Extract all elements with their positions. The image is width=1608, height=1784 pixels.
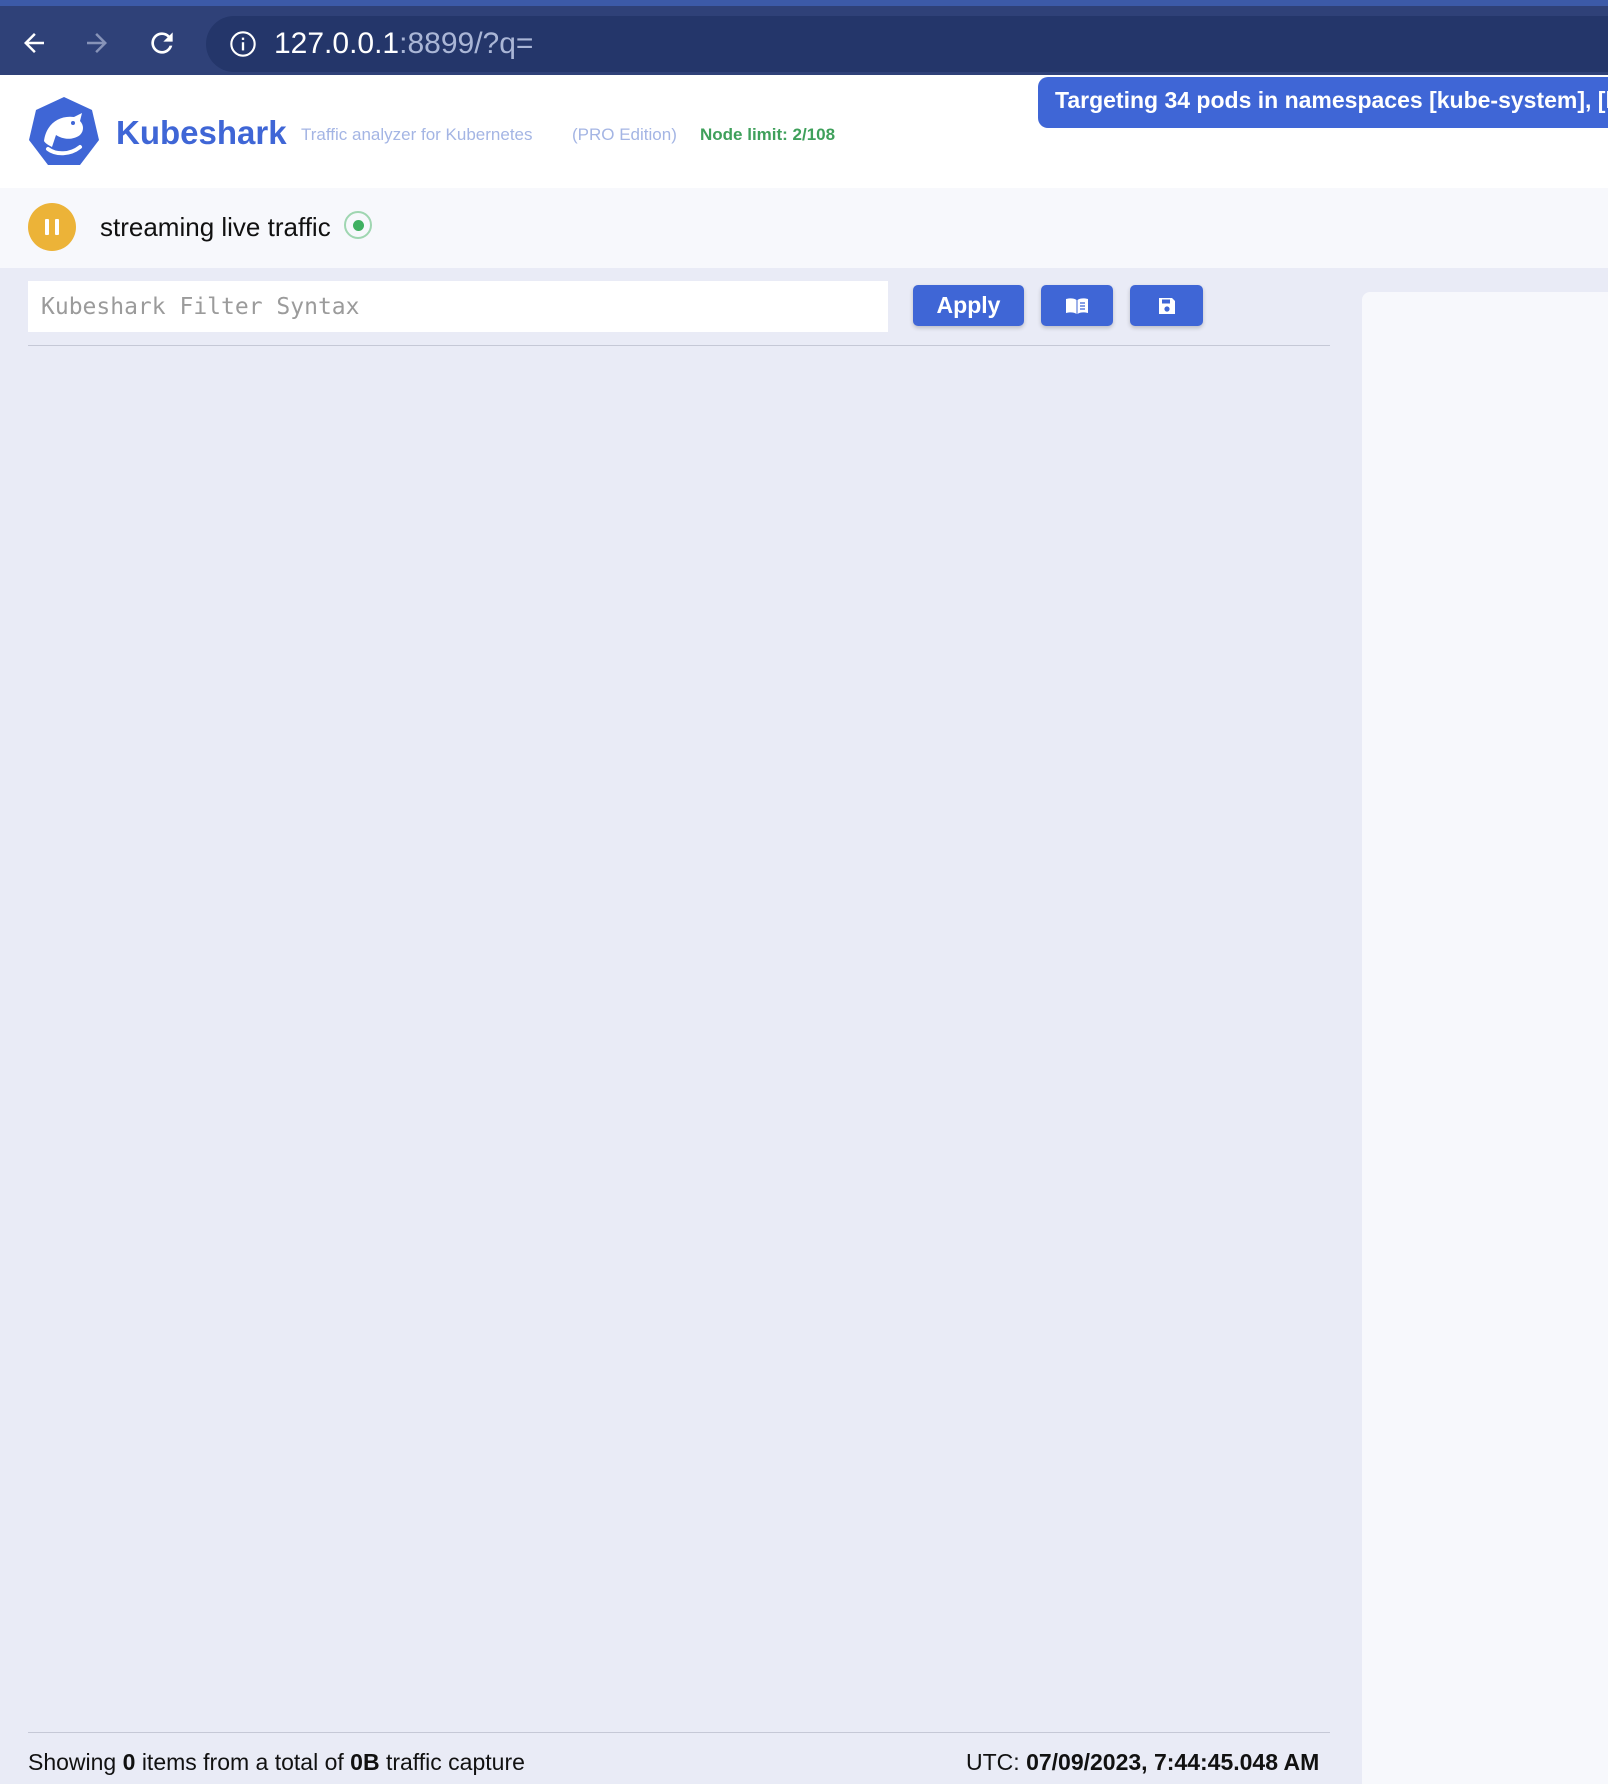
summary-suffix: traffic capture <box>385 1749 525 1775</box>
floppy-disk-icon <box>1158 297 1175 314</box>
url-host: 127.0.0.1 <box>274 27 400 60</box>
summary-prefix: Showing <box>28 1749 117 1775</box>
traffic-summary: Showing 0 items from a total of 0B traff… <box>28 1749 525 1776</box>
app-header: Kubeshark Traffic analyzer for Kubernete… <box>0 75 1608 188</box>
info-icon[interactable] <box>228 29 258 59</box>
back-button[interactable] <box>15 24 53 62</box>
traffic-entries-list[interactable] <box>28 346 1330 1732</box>
filter-input[interactable] <box>28 281 888 332</box>
entry-details-panel <box>1362 292 1608 1784</box>
streaming-status-text: streaming live traffic <box>100 212 331 242</box>
arrow-right-icon <box>87 33 107 53</box>
save-button[interactable] <box>1130 285 1203 326</box>
targeting-banner[interactable]: Targeting 34 pods in namespaces [kube-sy… <box>1038 77 1608 128</box>
arrow-left-icon <box>24 33 44 53</box>
live-indicator-icon <box>344 211 372 239</box>
kubeshark-logo-icon <box>29 97 99 165</box>
item-count: 0 <box>122 1749 136 1775</box>
reload-button[interactable] <box>143 24 181 62</box>
streaming-status-bar: streaming live traffic <box>0 188 1608 268</box>
apply-button[interactable]: Apply <box>913 285 1024 326</box>
pause-button[interactable] <box>28 203 76 251</box>
tagline: Traffic analyzer for Kubernetes <box>301 125 533 144</box>
list-bottom-divider <box>28 1732 1330 1733</box>
pause-icon <box>45 219 49 235</box>
address-bar[interactable]: 127.0.0.1:8899/?q= <box>206 16 1608 72</box>
reload-icon <box>151 32 173 54</box>
url-path: :8899/?q= <box>399 27 534 60</box>
forward-button[interactable] <box>78 24 116 62</box>
node-limit: Node limit: 2/108 <box>700 125 836 144</box>
docs-button[interactable] <box>1041 285 1113 326</box>
utc-label: UTC: <box>966 1749 1020 1775</box>
book-icon <box>1066 297 1088 314</box>
total-capture-size: 0B <box>350 1749 380 1775</box>
utc-clock: UTC: 07/09/2023, 7:44:45.048 AM <box>966 1749 1319 1776</box>
summary-middle: items from a total of <box>141 1749 344 1775</box>
brand-name: Kubeshark <box>116 114 287 151</box>
browser-toolbar: 127.0.0.1:8899/?q= <box>0 0 1608 75</box>
url-text: 127.0.0.1:8899/?q= <box>274 27 533 61</box>
edition-label: (PRO Edition) <box>572 125 677 144</box>
utc-time: 07/09/2023, 7:44:45.048 AM <box>1026 1749 1320 1775</box>
